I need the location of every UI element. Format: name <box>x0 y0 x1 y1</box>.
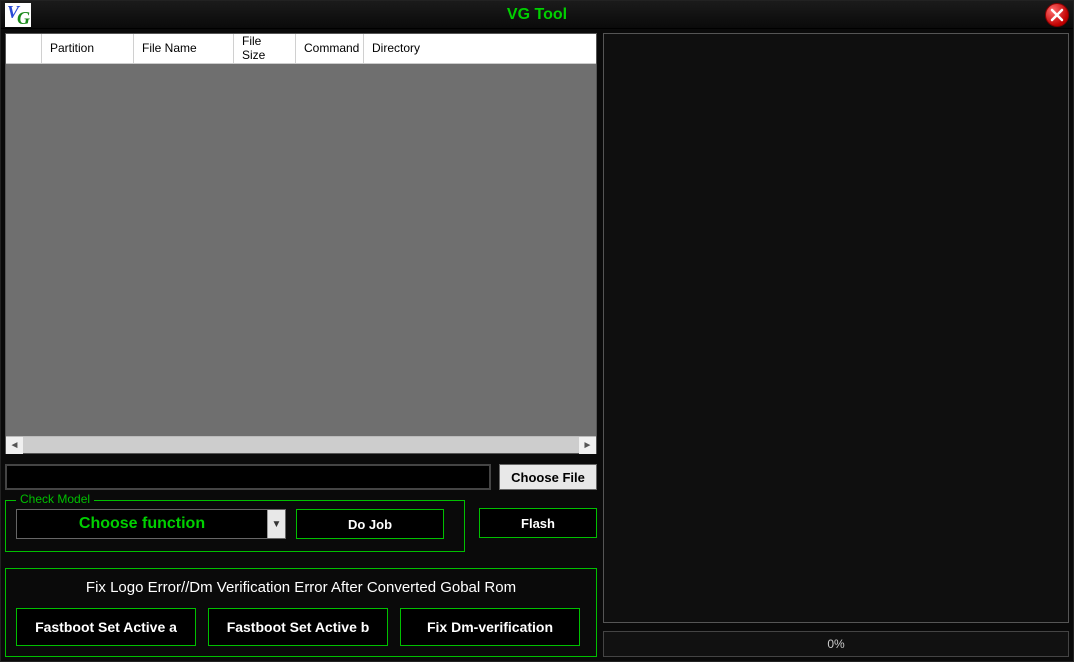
col-filename[interactable]: File Name <box>134 34 234 63</box>
right-panel: 0% <box>603 33 1069 657</box>
table-body <box>6 64 596 436</box>
col-partition[interactable]: Partition <box>42 34 134 63</box>
do-job-button[interactable]: Do Job <box>296 509 444 539</box>
horizontal-scrollbar[interactable]: ◄ ► <box>6 436 596 453</box>
fix-dm-verification-button[interactable]: Fix Dm-verification <box>400 608 580 646</box>
left-panel: Partition File Name File Size Command Di… <box>5 33 597 657</box>
scroll-right-icon[interactable]: ► <box>579 437 596 454</box>
app-logo: VG <box>5 3 31 27</box>
function-dropdown[interactable]: Choose function ▼ <box>16 509 286 539</box>
scroll-left-icon[interactable]: ◄ <box>6 437 23 454</box>
chevron-down-icon[interactable]: ▼ <box>267 510 285 538</box>
table-header: Partition File Name File Size Command Di… <box>6 34 596 64</box>
fix-title: Fix Logo Error//Dm Verification Error Af… <box>16 579 586 596</box>
window-title: VG Tool <box>507 6 567 24</box>
scroll-thumb[interactable] <box>23 437 579 453</box>
flash-button[interactable]: Flash <box>479 508 597 538</box>
titlebar: VG VG Tool <box>1 1 1073 29</box>
progress-label: 0% <box>827 637 844 651</box>
progress-bar: 0% <box>603 631 1069 657</box>
close-button[interactable] <box>1045 3 1069 27</box>
scroll-track[interactable] <box>23 437 579 453</box>
file-table: Partition File Name File Size Command Di… <box>5 33 597 454</box>
col-directory[interactable]: Directory <box>364 34 596 63</box>
col-command[interactable]: Command <box>296 34 364 63</box>
log-output[interactable] <box>603 33 1069 623</box>
file-path-input[interactable] <box>5 464 491 490</box>
col-filesize[interactable]: File Size <box>234 34 296 63</box>
check-model-group: Check Model Choose function ▼ Do Job <box>5 500 465 552</box>
col-blank[interactable] <box>6 34 42 63</box>
fastboot-active-a-button[interactable]: Fastboot Set Active a <box>16 608 196 646</box>
check-model-legend: Check Model <box>16 492 94 506</box>
choose-file-button[interactable]: Choose File <box>499 464 597 490</box>
fix-panel: Fix Logo Error//Dm Verification Error Af… <box>5 568 597 657</box>
close-icon <box>1050 8 1064 22</box>
fastboot-active-b-button[interactable]: Fastboot Set Active b <box>208 608 388 646</box>
function-dropdown-label: Choose function <box>17 510 267 538</box>
